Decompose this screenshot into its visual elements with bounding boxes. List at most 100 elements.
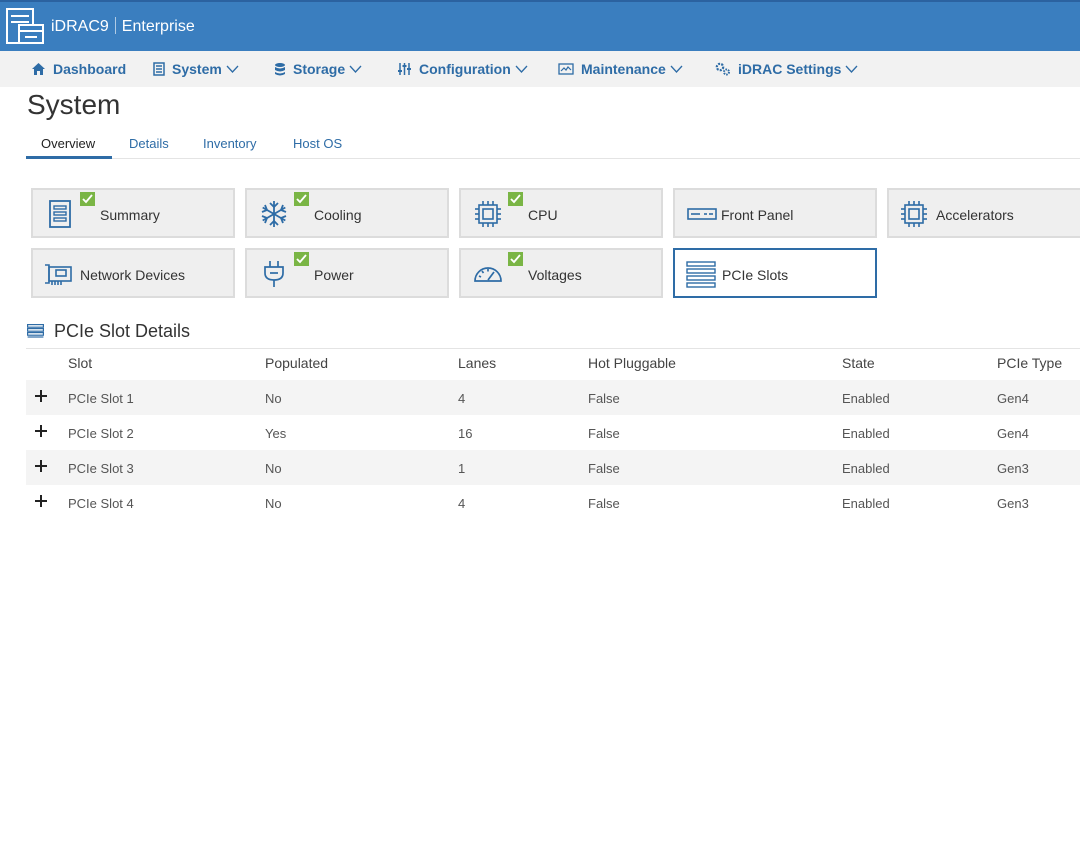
cell-pcie-type: Gen4 <box>997 426 1029 441</box>
tile-summary-label: Summary <box>100 207 160 223</box>
cell-state: Enabled <box>842 391 890 406</box>
cell-populated: No <box>265 391 282 406</box>
column-header-populated[interactable]: Populated <box>265 355 328 371</box>
column-header-hot-pluggable[interactable]: Hot Pluggable <box>588 355 676 371</box>
status-ok-check-icon <box>80 192 95 206</box>
network-card-icon <box>45 264 72 285</box>
cell-populated: No <box>265 496 282 511</box>
expand-plus-icon[interactable] <box>33 388 49 404</box>
cell-lanes: 4 <box>458 391 466 406</box>
tile-cpu-label: CPU <box>528 207 558 223</box>
nav-idrac-settings-label: iDRAC Settings <box>738 61 842 77</box>
cpu-chip-icon <box>475 201 501 227</box>
nav-configuration[interactable]: Configuration <box>397 61 528 77</box>
nav-configuration-label: Configuration <box>419 61 511 77</box>
cell-lanes: 16 <box>458 426 473 441</box>
snowflake-icon <box>261 201 287 227</box>
tab-details[interactable]: Details <box>129 136 169 151</box>
brand-title: iDRAC9 Enterprise <box>51 17 195 36</box>
power-plug-icon <box>264 261 284 287</box>
sliders-icon <box>398 63 411 75</box>
chevron-down-icon <box>845 65 858 73</box>
table-row: PCIe Slot 2 Yes 16 False Enabled Gen4 <box>26 415 1080 450</box>
cell-state: Enabled <box>842 461 890 476</box>
cell-populated: No <box>265 461 282 476</box>
cell-state: Enabled <box>842 426 890 441</box>
tile-power[interactable]: Power <box>245 248 449 298</box>
gears-icon <box>715 62 730 76</box>
tile-accelerators-label: Accelerators <box>936 207 1014 223</box>
nav-maintenance[interactable]: Maintenance <box>558 61 683 77</box>
tile-cpu[interactable]: CPU <box>459 188 663 238</box>
chevron-down-icon <box>226 65 239 73</box>
database-icon <box>275 63 285 76</box>
column-header-state[interactable]: State <box>842 355 875 371</box>
nav-system[interactable]: System <box>153 61 239 77</box>
tile-front-panel-label: Front Panel <box>721 207 794 223</box>
status-ok-check-icon <box>294 192 309 206</box>
accelerator-chip-icon <box>901 201 927 227</box>
chevron-down-icon <box>349 65 362 73</box>
status-ok-check-icon <box>294 252 309 266</box>
pcie-slots-icon <box>686 261 716 288</box>
cell-slot: PCIe Slot 4 <box>68 496 134 511</box>
server-icon <box>153 62 165 76</box>
tile-cooling-label: Cooling <box>314 207 362 223</box>
cell-lanes: 4 <box>458 496 466 511</box>
expand-plus-icon[interactable] <box>33 458 49 474</box>
tabs-divider <box>26 158 1080 159</box>
table-row: PCIe Slot 1 No 4 False Enabled Gen4 <box>26 380 1080 415</box>
tile-voltages-label: Voltages <box>528 267 582 283</box>
tile-network-devices[interactable]: Network Devices <box>31 248 235 298</box>
table-row: PCIe Slot 4 No 4 False Enabled Gen3 <box>26 485 1080 520</box>
nav-storage[interactable]: Storage <box>274 61 362 77</box>
column-header-pcie-type[interactable]: PCIe Type <box>997 355 1062 371</box>
header-bar: iDRAC9 Enterprise <box>0 0 1080 51</box>
main-nav: Dashboard System Storage Configuration M… <box>0 51 1080 87</box>
chevron-down-icon <box>515 65 528 73</box>
status-ok-check-icon <box>508 252 523 266</box>
cell-pcie-type: Gen4 <box>997 391 1029 406</box>
gauge-icon <box>474 267 502 282</box>
cell-lanes: 1 <box>458 461 466 476</box>
app-name: iDRAC9 <box>51 18 109 35</box>
tile-accelerators[interactable]: Accelerators <box>887 188 1080 238</box>
tile-summary[interactable]: Summary <box>31 188 235 238</box>
nav-dashboard[interactable]: Dashboard <box>31 61 126 77</box>
active-tab-indicator <box>26 156 112 159</box>
cell-slot: PCIe Slot 2 <box>68 426 134 441</box>
app-edition: Enterprise <box>121 18 195 35</box>
column-header-lanes[interactable]: Lanes <box>458 355 496 371</box>
tile-voltages[interactable]: Voltages <box>459 248 663 298</box>
cell-populated: Yes <box>265 426 287 441</box>
status-ok-check-icon <box>508 192 523 206</box>
section-title: PCIe Slot Details <box>54 321 191 341</box>
nav-idrac-settings[interactable]: iDRAC Settings <box>715 61 858 77</box>
chevron-down-icon <box>670 65 683 73</box>
cell-pcie-type: Gen3 <box>997 496 1029 511</box>
tile-power-label: Power <box>314 267 354 283</box>
nav-system-label: System <box>172 61 222 77</box>
table-row: PCIe Slot 3 No 1 False Enabled Gen3 <box>26 450 1080 485</box>
expand-plus-icon[interactable] <box>33 493 49 509</box>
tab-host-os[interactable]: Host OS <box>293 136 342 151</box>
idrac-logo-icon <box>6 8 44 44</box>
tab-overview[interactable]: Overview <box>41 136 95 151</box>
tile-cooling[interactable]: Cooling <box>245 188 449 238</box>
brand-separator <box>114 17 116 34</box>
cell-slot: PCIe Slot 3 <box>68 461 134 476</box>
tile-network-devices-label: Network Devices <box>80 267 186 283</box>
cell-hot-pluggable: False <box>588 461 620 476</box>
nav-maintenance-label: Maintenance <box>581 61 666 77</box>
tile-front-panel[interactable]: Front Panel <box>673 188 877 238</box>
column-header-slot[interactable]: Slot <box>68 355 92 371</box>
page-title: System <box>27 89 121 120</box>
tab-inventory[interactable]: Inventory <box>203 136 256 151</box>
tile-pcie-slots[interactable]: PCIe Slots <box>673 248 877 298</box>
nav-dashboard-label: Dashboard <box>53 61 127 77</box>
cell-hot-pluggable: False <box>588 426 620 441</box>
tile-pcie-slots-label: PCIe Slots <box>722 267 789 283</box>
expand-plus-icon[interactable] <box>33 423 49 439</box>
front-panel-icon <box>687 208 717 220</box>
cell-state: Enabled <box>842 496 890 511</box>
